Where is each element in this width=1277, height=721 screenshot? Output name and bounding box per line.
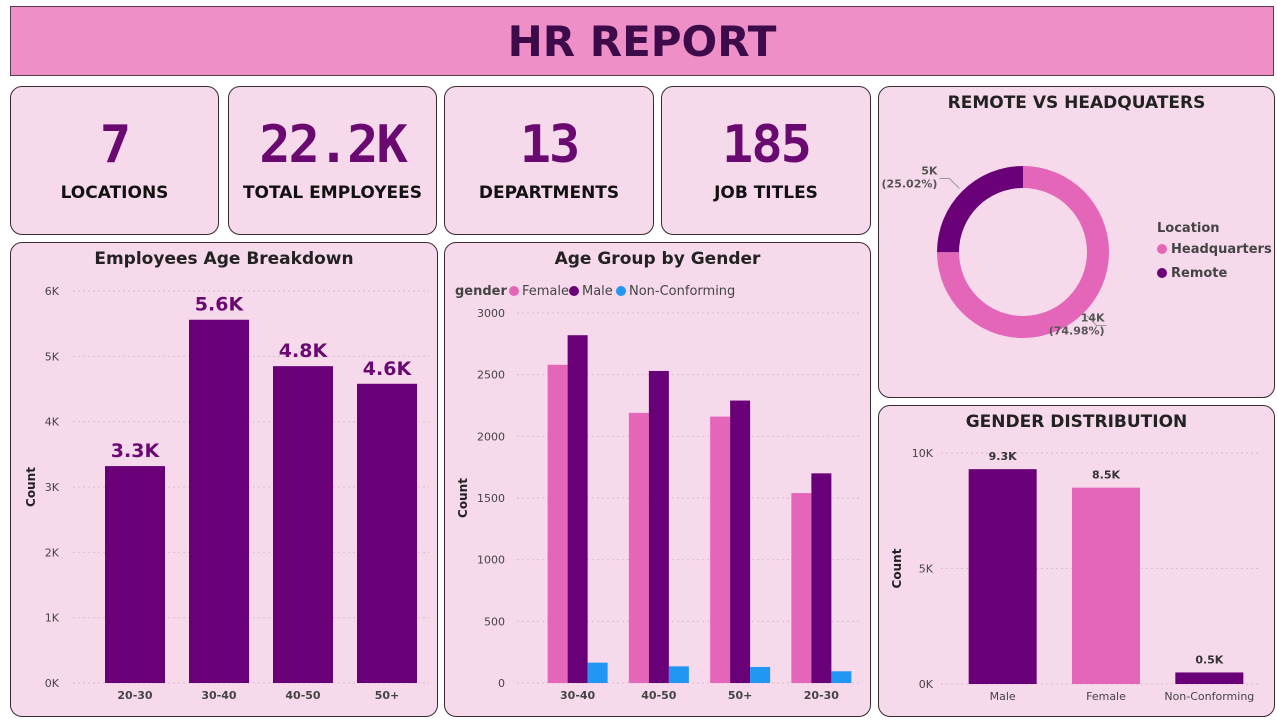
report-header: HR REPORT <box>10 6 1274 76</box>
legend-label: Remote <box>1171 266 1228 281</box>
bar <box>710 416 731 683</box>
y-tick-label: 4K <box>45 416 60 429</box>
remote-vs-headquarters-chart: 14K(74.98%) 5K(25.02%) Location Headquarter… <box>882 165 1272 338</box>
bar <box>730 400 751 683</box>
legend-label: Female <box>522 284 569 299</box>
bar <box>648 370 669 683</box>
bar <box>357 383 417 683</box>
bar <box>968 469 1037 684</box>
y-axis-label: Count <box>890 548 904 588</box>
kpi-card-total-employees[interactable]: 22.2K TOTAL EMPLOYEES <box>228 86 437 235</box>
age-group-by-gender-chart: 0 500 1000 1500 2000 2500 3000 Count gender Femal… <box>455 284 862 702</box>
data-label: 5.6K <box>195 294 245 316</box>
data-label: 0.5K <box>1195 653 1223 666</box>
age-group-by-gender-chart-card[interactable]: Age Group by Gender 0 500 1000 1500 2000 2500… <box>444 242 871 717</box>
legend-marker <box>616 286 626 296</box>
y-tick-label: 2000 <box>477 430 505 443</box>
bar <box>628 412 649 683</box>
y-tick-label: 1500 <box>477 492 505 505</box>
report-title: HR REPORT <box>507 16 777 66</box>
bar <box>273 366 333 683</box>
x-tick-label: 50+ <box>375 689 400 702</box>
kpi-label: JOB TITLES <box>714 182 818 203</box>
y-axis-label: Count <box>24 467 38 507</box>
kpi-card-departments[interactable]: 13 DEPARTMENTS <box>444 86 654 235</box>
bar <box>105 466 165 683</box>
y-tick-label: 10K <box>912 447 934 460</box>
gender-distribution-chart-card[interactable]: GENDER DISTRIBUTION 0K 5K 10K Count 9.3K Male… <box>878 405 1275 717</box>
y-tick-label: 0 <box>498 677 505 690</box>
legend-label: Male <box>582 284 613 299</box>
bar <box>1072 487 1140 684</box>
y-tick-label: 1000 <box>477 554 505 567</box>
slice-percent-label: (25.02%) <box>882 178 938 191</box>
bar <box>567 335 588 683</box>
legend-title: gender <box>455 284 508 299</box>
kpi-card-job-titles[interactable]: 185 JOB TITLES <box>661 86 871 235</box>
legend-marker <box>509 286 519 296</box>
slice-percent-label: (74.98%) <box>1049 324 1105 337</box>
y-tick-label: 5K <box>45 350 60 363</box>
y-tick-label: 3K <box>45 481 60 494</box>
bar <box>1175 672 1244 684</box>
y-axis-label: Count <box>456 478 470 518</box>
kpi-label: LOCATIONS <box>60 182 169 203</box>
y-tick-label: 0K <box>919 678 934 691</box>
x-tick-label: Female <box>1086 690 1126 703</box>
kpi-label: DEPARTMENTS <box>478 182 620 203</box>
x-tick-label: 40-50 <box>641 689 677 702</box>
y-tick-label: 0K <box>45 677 60 690</box>
kpi-value: 7 <box>99 114 131 175</box>
bar <box>668 666 689 683</box>
slice-value-label: 14K <box>1081 311 1105 324</box>
bar <box>189 319 249 683</box>
legend-marker <box>1157 268 1167 278</box>
x-tick-label: 20-30 <box>117 689 153 702</box>
slice-value-label: 5K <box>921 165 938 178</box>
bar <box>750 666 771 683</box>
data-label: 9.3K <box>989 450 1017 463</box>
x-tick-label: 30-40 <box>560 689 596 702</box>
data-label: 3.3K <box>111 440 161 462</box>
data-label: 8.5K <box>1092 469 1120 482</box>
x-tick-label: 50+ <box>728 689 753 702</box>
y-tick-label: 5K <box>919 563 934 576</box>
kpi-card-locations[interactable]: 7 LOCATIONS <box>10 86 219 235</box>
x-tick-label: 20-30 <box>804 689 840 702</box>
remote-vs-headquarters-chart-card[interactable]: REMOTE VS HEADQUATERS 14K (74.98%) 5K (25.0… <box>878 86 1275 398</box>
kpi-value: 185 <box>722 114 812 175</box>
y-tick-label: 2K <box>45 546 60 559</box>
age-breakdown-chart: 0K 1K 2K 3K 4K 5K 6K Count 3.3K 20-30 5.6K 30-40 4.8… <box>24 285 429 702</box>
bar <box>831 671 852 683</box>
y-tick-label: 2500 <box>477 369 505 382</box>
y-tick-label: 500 <box>484 615 505 628</box>
kpi-value: 13 <box>519 114 581 175</box>
legend-marker <box>1157 244 1167 254</box>
age-breakdown-chart-card[interactable]: Employees Age Breakdown 0K 1K 2K 3K 4K 5K 6K Co… <box>10 242 438 717</box>
y-tick-label: 3000 <box>477 307 505 320</box>
gender-distribution-chart: 0K 5K 10K Count 9.3K Male 8.5K Female 0.5K Non-Co… <box>890 447 1261 703</box>
y-tick-label: 6K <box>45 285 60 298</box>
bar <box>547 364 568 683</box>
bar <box>811 473 832 683</box>
legend-label: Non-Conforming <box>629 284 735 299</box>
kpi-label: TOTAL EMPLOYEES <box>242 182 423 203</box>
bar <box>587 662 608 683</box>
y-tick-label: 1K <box>45 612 60 625</box>
data-label: 4.8K <box>279 340 329 362</box>
legend-title: Location <box>1157 221 1220 236</box>
x-tick-label: Male <box>990 690 1016 703</box>
x-tick-label: 40-50 <box>285 689 321 702</box>
data-label: 4.6K <box>363 358 413 380</box>
x-tick-label: Non-Conforming <box>1164 690 1254 703</box>
bar <box>791 493 812 683</box>
leader-line <box>939 178 960 189</box>
kpi-value: 22.2K <box>259 114 408 175</box>
legend-label: Headquarters <box>1171 242 1272 257</box>
x-tick-label: 30-40 <box>201 689 237 702</box>
legend-marker <box>569 286 579 296</box>
